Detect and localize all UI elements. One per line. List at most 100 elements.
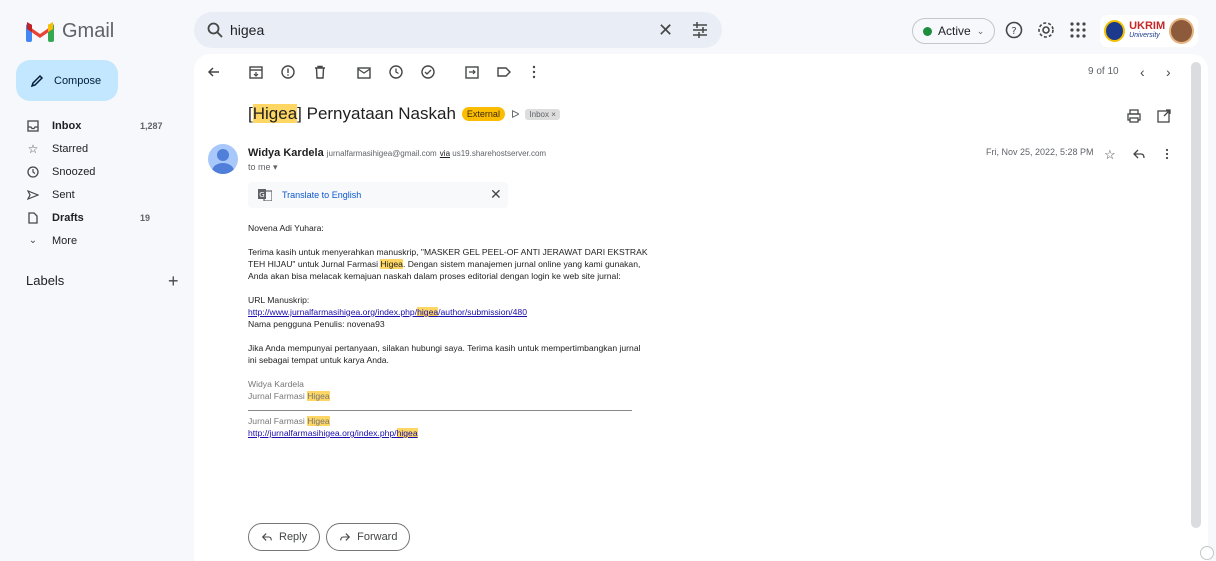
- report-spam-icon[interactable]: [280, 64, 296, 80]
- search-bar[interactable]: ✕: [194, 12, 722, 48]
- reply-button[interactable]: Reply: [248, 523, 321, 551]
- top-bar: Gmail ✕ Active ⌄ ?: [0, 0, 1216, 62]
- email-body: Novena Adi Yuhara: Terima kasih untuk me…: [248, 222, 648, 451]
- greeting: Novena Adi Yuhara:: [248, 223, 324, 233]
- svg-text:?: ?: [1011, 26, 1016, 37]
- gmail-logo[interactable]: Gmail: [26, 20, 114, 43]
- compose-button[interactable]: Compose: [16, 60, 118, 101]
- manuscript-link[interactable]: http://www.jurnalfarmasihigea.org/index.…: [248, 307, 527, 317]
- sidebar-item-label: Inbox: [52, 119, 82, 132]
- chevron-right-icon[interactable]: ›: [1166, 64, 1171, 80]
- reply-actions: Reply Forward: [248, 523, 411, 551]
- email-subject: [Higea] Pernyataan Naskah External ᐅ Inb…: [248, 104, 560, 124]
- archive-icon[interactable]: [248, 64, 264, 80]
- scrollbar[interactable]: [1191, 62, 1201, 528]
- search-icon[interactable]: [206, 21, 224, 39]
- subject-text: [Higea] Pernyataan Naskah: [248, 104, 456, 123]
- chevron-left-icon[interactable]: ‹: [1140, 64, 1145, 80]
- external-badge: External: [461, 107, 505, 121]
- forward-button[interactable]: Forward: [326, 523, 411, 551]
- sidebar-nav: Inbox 1,287 ☆ Starred Snoozed Sent Draft…: [0, 114, 190, 252]
- signature: Widya Kardela Jurnal Farmasi Higea: [248, 379, 330, 401]
- sidebar-item-sent[interactable]: Sent: [0, 183, 190, 206]
- clock-icon: [26, 165, 40, 179]
- active-dot-icon: [923, 26, 932, 36]
- gmail-m-icon: [26, 22, 54, 42]
- reply-icon: [261, 533, 272, 541]
- body-paragraph-1: Terima kasih untuk menyerahkan manuskrip…: [248, 247, 648, 281]
- delete-icon[interactable]: [312, 64, 328, 80]
- sidebar-item-label: Drafts: [52, 211, 84, 224]
- chevron-down-icon: ⌄: [28, 235, 38, 246]
- sidebar-item-starred[interactable]: ☆ Starred: [0, 137, 190, 160]
- sidebar-item-label: Sent: [52, 188, 75, 201]
- search-input[interactable]: [230, 18, 630, 42]
- status-label: Active: [938, 24, 971, 38]
- star-icon[interactable]: ☆: [1104, 147, 1118, 162]
- more-vert-icon[interactable]: [526, 64, 542, 80]
- message-pane: 9 of 10 ‹ › [Higea] Pernyataan Naskah Ex…: [194, 54, 1208, 561]
- side-panel-toggle[interactable]: [1200, 546, 1214, 560]
- account-chip[interactable]: UKRIM University: [1100, 15, 1198, 47]
- divider: [248, 410, 632, 411]
- status-dropdown[interactable]: Active ⌄: [912, 18, 996, 44]
- reply-icon[interactable]: [1132, 147, 1146, 161]
- back-arrow-icon[interactable]: [206, 64, 222, 80]
- footer: Jurnal Farmasi Higea http://jurnalfarmas…: [248, 416, 418, 438]
- translate-link[interactable]: Translate to English: [282, 190, 361, 200]
- sidebar-item-more[interactable]: ⌄ More: [0, 229, 190, 252]
- labels-section: Labels +: [26, 271, 186, 291]
- add-label-icon[interactable]: +: [168, 271, 179, 292]
- app-name: Gmail: [62, 20, 115, 42]
- body-paragraph-2: URL Manuskrip: http://www.jurnalfarmasih…: [248, 294, 648, 330]
- recipient-dropdown[interactable]: to me ▾: [248, 162, 278, 173]
- label-arrow-icon[interactable]: ᐅ: [511, 108, 519, 121]
- org-sub: University: [1129, 32, 1160, 39]
- translate-icon: G: [258, 189, 272, 201]
- svg-text:G: G: [259, 191, 264, 199]
- translate-bar: G Translate to English ✕: [248, 182, 508, 208]
- snooze-clock-icon[interactable]: [388, 64, 404, 80]
- drafts-count: 19: [140, 212, 151, 223]
- sender-avatar[interactable]: [208, 144, 238, 174]
- chevron-down-icon: ⌄: [976, 25, 985, 36]
- inbox-label-badge[interactable]: Inbox ×: [525, 108, 560, 120]
- star-icon: ☆: [27, 141, 39, 156]
- move-to-icon[interactable]: [464, 64, 480, 80]
- sender-name[interactable]: Widya Kardela: [248, 147, 324, 159]
- body-paragraph-3: Jika Anda mempunyai pertanyaan, silakan …: [248, 343, 641, 365]
- settings-gear-icon[interactable]: [1036, 20, 1056, 40]
- mark-unread-icon[interactable]: [356, 64, 372, 80]
- org-name: UKRIM University: [1129, 20, 1166, 40]
- file-icon: [26, 211, 40, 225]
- send-icon: [26, 188, 40, 202]
- url-label: URL Manuskrip:: [248, 295, 310, 305]
- username-line: Nama pengguna Penulis: novena93: [248, 319, 385, 329]
- help-icon[interactable]: ?: [1004, 20, 1024, 40]
- pencil-icon: [30, 74, 44, 87]
- label-icon[interactable]: [496, 64, 512, 80]
- journal-link[interactable]: http://jurnalfarmasihigea.org/index.php/…: [248, 428, 418, 438]
- clear-search-icon[interactable]: ✕: [658, 20, 673, 41]
- sidebar-item-label: Starred: [52, 142, 89, 155]
- open-new-window-icon[interactable]: [1156, 108, 1172, 124]
- pager-text: 9 of 10: [1088, 66, 1119, 77]
- email-date: Fri, Nov 25, 2022, 5:28 PM: [986, 147, 1094, 157]
- sidebar-item-drafts[interactable]: Drafts 19: [0, 206, 190, 229]
- inbox-icon: [26, 119, 40, 133]
- sender-email: jurnalfarmasihigea@gmail.com: [326, 149, 437, 158]
- print-icon[interactable]: [1126, 108, 1142, 124]
- user-avatar[interactable]: [1169, 18, 1194, 44]
- inbox-count: 1,287: [140, 120, 163, 131]
- close-icon[interactable]: ✕: [490, 186, 502, 203]
- sidebar-item-snoozed[interactable]: Snoozed: [0, 160, 190, 183]
- add-task-icon[interactable]: [420, 64, 436, 80]
- more-vert-icon[interactable]: [1160, 147, 1174, 161]
- apps-grid-icon[interactable]: [1068, 20, 1088, 40]
- via-host: via us19.sharehostserver.com: [439, 149, 547, 158]
- sender-line: Widya Kardela jurnalfarmasihigea@gmail.c…: [248, 147, 546, 159]
- ukrim-logo-icon: [1104, 20, 1126, 42]
- search-options-icon[interactable]: [690, 20, 710, 40]
- forward-icon: [340, 533, 351, 541]
- sidebar-item-inbox[interactable]: Inbox 1,287: [0, 114, 190, 137]
